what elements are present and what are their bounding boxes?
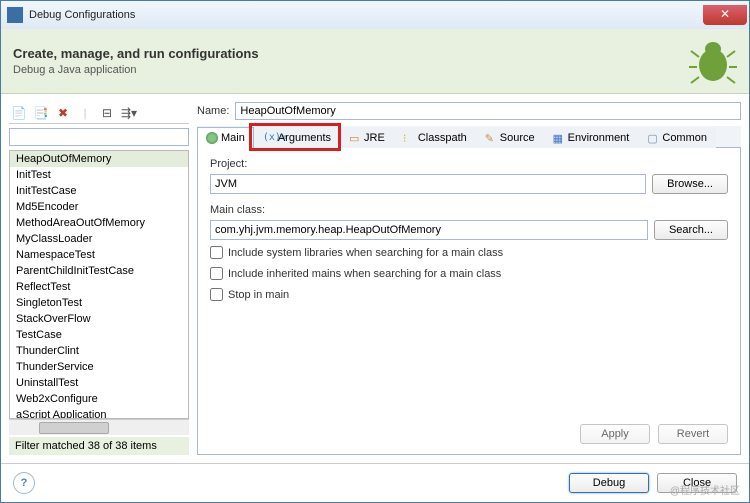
tree-item[interactable]: MyClassLoader xyxy=(10,231,188,247)
tab-common[interactable]: ▢Common xyxy=(638,127,716,148)
tree-item[interactable]: UninstallTest xyxy=(10,375,188,391)
titlebar: Debug Configurations ✕ xyxy=(1,1,749,29)
tree-item[interactable]: ThunderService xyxy=(10,359,188,375)
tree-item[interactable]: InitTest xyxy=(10,167,188,183)
project-input[interactable] xyxy=(210,174,646,194)
arguments-icon: (x)= xyxy=(263,132,275,144)
name-label: Name: xyxy=(197,105,229,117)
environment-icon: ▦ xyxy=(553,132,565,144)
collapse-all-icon[interactable]: ⊟ xyxy=(99,105,115,121)
footer: ? Debug Close xyxy=(1,463,749,502)
filter-input[interactable] xyxy=(9,128,189,146)
jre-icon: ▭ xyxy=(349,132,361,144)
classpath-icon: ⁝ xyxy=(403,132,415,144)
window-title: Debug Configurations xyxy=(29,9,703,21)
duplicate-config-icon[interactable]: 📑 xyxy=(33,105,49,121)
tree-item[interactable]: MethodAreaOutOfMemory xyxy=(10,215,188,231)
tree-item[interactable]: HeapOutOfMemory xyxy=(10,151,188,167)
header-title: Create, manage, and run configurations xyxy=(13,46,689,61)
debug-button[interactable]: Debug xyxy=(569,473,649,493)
tree-item[interactable]: NamespaceTest xyxy=(10,247,188,263)
new-config-icon[interactable]: 📄 xyxy=(11,105,27,121)
filter-menu-icon[interactable]: ⇶▾ xyxy=(121,105,137,121)
tab-classpath[interactable]: ⁝Classpath xyxy=(394,127,476,148)
tree-item[interactable]: StackOverFlow xyxy=(10,311,188,327)
tree-item[interactable]: ReflectTest xyxy=(10,279,188,295)
header: Create, manage, and run configurations D… xyxy=(1,29,749,94)
dialog-window: Debug Configurations ✕ Create, manage, a… xyxy=(0,0,750,503)
help-icon[interactable]: ? xyxy=(13,472,35,494)
left-toolbar: 📄 📑 ✖ | ⊟ ⇶▾ xyxy=(9,102,189,124)
tab-content-main: Project: Browse... Main class: Search...… xyxy=(197,148,741,455)
window-close-button[interactable]: ✕ xyxy=(703,5,747,25)
mainclass-label: Main class: xyxy=(210,204,728,216)
stop-in-main-checkbox[interactable] xyxy=(210,288,223,301)
tree-item[interactable]: ThunderClint xyxy=(10,343,188,359)
tree-item[interactable]: aScript Application xyxy=(10,407,188,419)
include-syslib-label: Include system libraries when searching … xyxy=(228,247,503,259)
mainclass-input[interactable] xyxy=(210,220,648,240)
close-button[interactable]: Close xyxy=(657,473,737,493)
tree-item[interactable]: SingletonTest xyxy=(10,295,188,311)
include-inherited-checkbox[interactable] xyxy=(210,267,223,280)
tab-jre[interactable]: ▭JRE xyxy=(340,127,394,148)
tab-bar: Main (x)=Arguments ▭JRE ⁝Classpath ✎Sour… xyxy=(197,126,741,148)
project-label: Project: xyxy=(210,158,728,170)
tree-item[interactable]: TestCase xyxy=(10,327,188,343)
common-icon: ▢ xyxy=(647,132,659,144)
header-subtitle: Debug a Java application xyxy=(13,64,689,76)
delete-config-icon[interactable]: ✖ xyxy=(55,105,71,121)
tab-main[interactable]: Main xyxy=(197,127,254,148)
tree-item[interactable]: Web2xConfigure xyxy=(10,391,188,407)
body: 📄 📑 ✖ | ⊟ ⇶▾ HeapOutOfMemoryInitTestInit… xyxy=(1,94,749,463)
stop-in-main-label: Stop in main xyxy=(228,289,289,301)
filter-status: Filter matched 38 of 38 items xyxy=(9,437,189,455)
main-icon xyxy=(206,132,218,144)
tree-item[interactable]: ParentChildInitTestCase xyxy=(10,263,188,279)
tab-arguments[interactable]: (x)=Arguments xyxy=(254,127,340,148)
bug-icon xyxy=(689,37,737,85)
config-tree[interactable]: HeapOutOfMemoryInitTestInitTestCaseMd5En… xyxy=(9,150,189,419)
tree-item[interactable]: InitTestCase xyxy=(10,183,188,199)
revert-button[interactable]: Revert xyxy=(658,424,728,444)
app-icon xyxy=(7,7,23,23)
name-input[interactable] xyxy=(235,102,741,120)
horizontal-scrollbar[interactable] xyxy=(9,419,189,435)
right-panel: Name: Main (x)=Arguments ▭JRE ⁝Classpath… xyxy=(197,102,741,455)
apply-button[interactable]: Apply xyxy=(580,424,650,444)
source-icon: ✎ xyxy=(485,132,497,144)
tab-source[interactable]: ✎Source xyxy=(476,127,544,148)
browse-button[interactable]: Browse... xyxy=(652,174,728,194)
include-inherited-label: Include inherited mains when searching f… xyxy=(228,268,501,280)
tree-item[interactable]: Md5Encoder xyxy=(10,199,188,215)
left-panel: 📄 📑 ✖ | ⊟ ⇶▾ HeapOutOfMemoryInitTestInit… xyxy=(9,102,189,455)
tab-environment[interactable]: ▦Environment xyxy=(544,127,639,148)
include-syslib-checkbox[interactable] xyxy=(210,246,223,259)
search-button[interactable]: Search... xyxy=(654,220,728,240)
